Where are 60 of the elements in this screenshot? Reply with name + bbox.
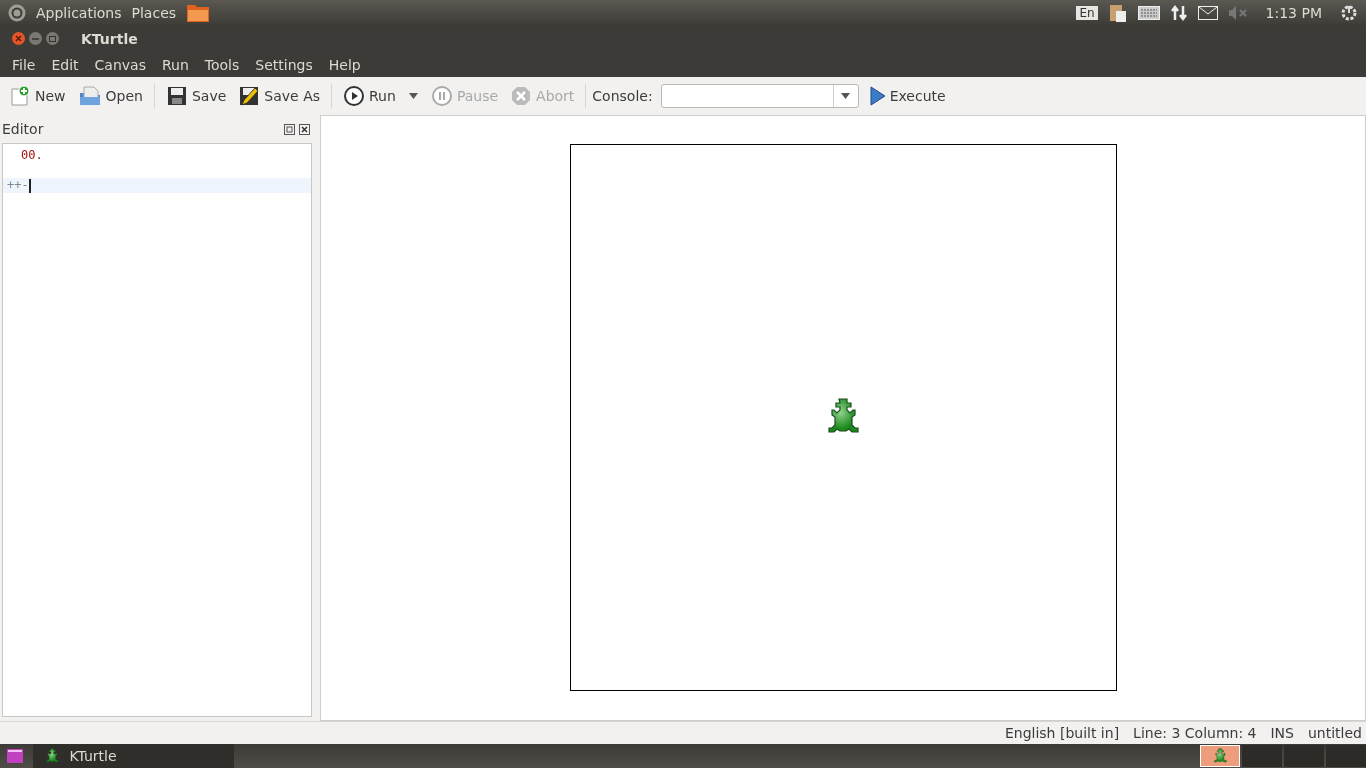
status-text: English [built in]	[1004, 725, 1120, 741]
keyboard-language-indicator[interactable]: En	[1076, 5, 1098, 20]
code-editor[interactable]: 00. ++-	[2, 143, 312, 717]
maximize-button[interactable]	[46, 32, 59, 45]
clipboard-icon[interactable]	[1107, 2, 1128, 23]
play-triangle-icon	[869, 86, 886, 106]
status-text: Line: 3 Column: 4	[1133, 725, 1257, 741]
workspace-switcher[interactable]	[1284, 745, 1324, 767]
close-icon	[15, 35, 22, 42]
up-down-arrows-icon[interactable]	[1169, 3, 1188, 22]
keyboard-icon[interactable]	[1137, 5, 1160, 20]
float-button[interactable]	[284, 123, 295, 135]
execute-button[interactable]: Execute	[864, 82, 951, 110]
play-circle-icon	[343, 85, 365, 107]
workspace-switcher[interactable]	[1200, 745, 1240, 767]
pause-circle-icon	[430, 85, 453, 107]
panel-menu[interactable]: Applications	[36, 4, 122, 21]
dropdown-arrow-icon	[841, 93, 851, 99]
taskbar-item[interactable]: KTurtle	[33, 744, 234, 768]
workspace-switcher[interactable]	[1326, 745, 1366, 767]
window-title: KTurtle	[81, 30, 138, 47]
status-text: INS	[1270, 725, 1294, 741]
clock-text[interactable]: 1:13 PM	[1265, 4, 1322, 21]
stop-octagon-icon	[510, 85, 533, 107]
workspace-switcher[interactable]	[1242, 745, 1282, 767]
menu-item[interactable]: Edit	[43, 56, 87, 73]
pencil-document-icon	[238, 85, 261, 107]
menu-item[interactable]: File	[4, 56, 44, 73]
close-button[interactable]	[299, 123, 310, 135]
folder-icon[interactable]	[186, 2, 211, 23]
menu-item[interactable]: Run	[153, 56, 197, 73]
menu-item[interactable]: Settings	[247, 56, 321, 73]
new-document-icon	[9, 85, 31, 107]
code-line: 00.	[21, 148, 43, 163]
console-label: Console:	[592, 88, 653, 104]
menu-item[interactable]: Canvas	[86, 56, 154, 73]
toolbar-button[interactable]: Run	[338, 81, 401, 111]
toolbar-button[interactable]: Save As	[233, 81, 325, 111]
status-text: untitled	[1308, 725, 1362, 741]
text-cursor	[28, 178, 31, 193]
code-line: ++-	[7, 178, 29, 193]
dock-title: Editor	[2, 121, 44, 137]
console-field[interactable]	[660, 84, 859, 108]
toolbar-button[interactable]: New	[4, 81, 71, 111]
minimize-icon	[32, 37, 39, 40]
turtle-icon	[45, 747, 60, 765]
menu-item[interactable]: Tools	[196, 56, 248, 73]
menu-item[interactable]: Help	[320, 56, 369, 73]
minimize-button[interactable]	[29, 32, 42, 45]
ubuntu-logo-icon[interactable]	[8, 3, 26, 22]
panel-menu[interactable]: Places	[131, 4, 177, 21]
folder-icon	[77, 85, 102, 107]
envelope-icon[interactable]	[1197, 5, 1218, 20]
toolbar-button[interactable]: Save	[160, 81, 232, 111]
power-gear-icon[interactable]	[1340, 3, 1358, 22]
turtle-icon	[1212, 747, 1228, 765]
maximize-icon	[49, 35, 56, 42]
toolbar-button[interactable]: Open	[72, 81, 148, 111]
dropdown-arrow-icon	[408, 93, 418, 99]
show-desktop-icon[interactable]	[7, 749, 23, 763]
